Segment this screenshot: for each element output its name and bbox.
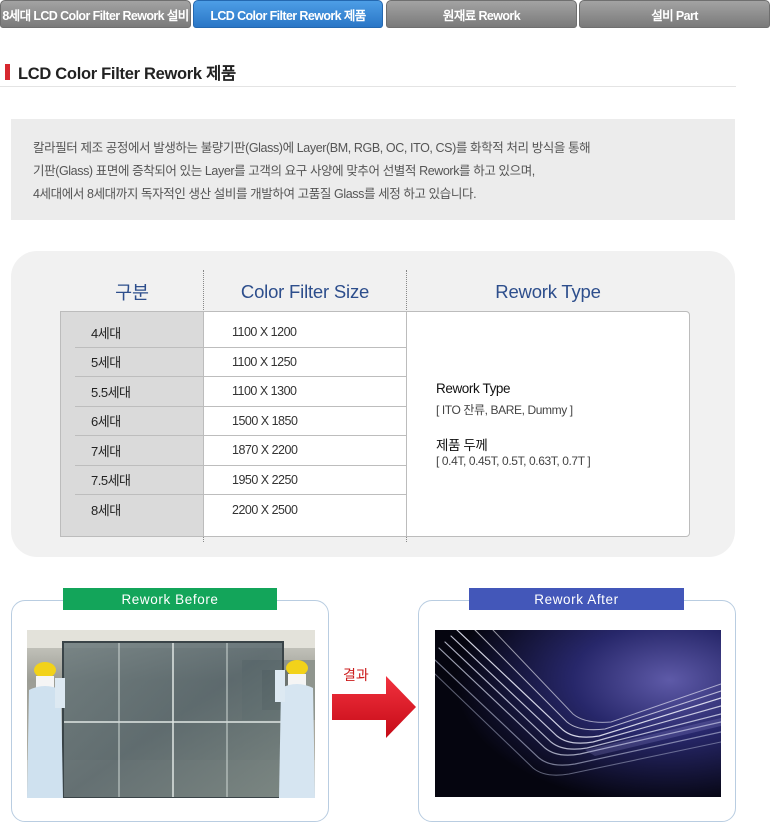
- rework-type-label: Rework Type: [436, 381, 511, 396]
- thickness-label: 제품 두께: [436, 438, 488, 453]
- description-line-3: 4세대에서 8세대까지 독자적인 생산 설비를 개발하여 고품질 Glass를 …: [33, 187, 477, 201]
- table-row-size: 1950 X 2250: [204, 466, 406, 495]
- description-box: 칼라필터 제조 공정에서 발생하는 불량기판(Glass)에 Layer(BM,…: [11, 119, 735, 220]
- tab-raw-material-rework[interactable]: 원재료 Rework: [386, 0, 577, 28]
- before-photo-illustration: [27, 630, 315, 798]
- tab-color-filter-rework-product[interactable]: LCD Color Filter Rework 제품: [193, 0, 383, 28]
- table-row-size: 2200 X 2500: [232, 502, 298, 517]
- tab-bar: 8세대 LCD Color Filter Rework 설비 LCD Color…: [0, 0, 770, 30]
- table-row-category: 6세대: [75, 407, 203, 436]
- tab-equipment-part[interactable]: 설비 Part: [579, 0, 770, 28]
- arrow-right-icon: [332, 676, 416, 738]
- rework-type-value: [ ITO 잔류, BARE, Dummy ]: [436, 403, 573, 417]
- page-title-text: LCD Color Filter Rework 제품: [18, 65, 236, 83]
- title-divider: [0, 86, 736, 87]
- title-marker: [5, 64, 10, 80]
- before-photo: [27, 630, 315, 798]
- table-row-category: 8세대: [91, 503, 121, 519]
- rework-type-column: [406, 311, 690, 537]
- table-row-category: 7.5세대: [75, 466, 203, 495]
- header-category: 구분: [115, 282, 149, 303]
- table-row-category: 5.5세대: [75, 377, 203, 407]
- header-size: Color Filter Size: [240, 281, 370, 302]
- table-row-size: 1100 X 1200: [204, 318, 406, 348]
- table-row-category: 7세대: [75, 436, 203, 466]
- description-line-1: 칼라필터 제조 공정에서 발생하는 불량기판(Glass)에 Layer(BM,…: [33, 141, 591, 155]
- tab-8th-gen-equipment[interactable]: 8세대 LCD Color Filter Rework 설비: [0, 0, 191, 28]
- table-row-size: 1870 X 2200: [204, 436, 406, 466]
- description-line-2: 기판(Glass) 표면에 증착되어 있는 Layer를 고객의 요구 사양에 …: [33, 164, 535, 178]
- page-title: LCD Color Filter Rework 제품: [5, 60, 236, 84]
- after-badge: Rework After: [469, 588, 684, 610]
- thickness-value: [ 0.4T, 0.45T, 0.5T, 0.63T, 0.7T ]: [436, 454, 591, 468]
- table-row-category: 4세대: [75, 318, 203, 348]
- after-photo: [435, 630, 721, 797]
- table-row-category: 5세대: [75, 348, 203, 377]
- table-row-size: 1100 X 1300: [204, 377, 406, 407]
- after-photo-illustration: [435, 630, 721, 797]
- before-badge: Rework Before: [63, 588, 277, 610]
- header-rework-type: Rework Type: [495, 281, 601, 302]
- table-row-size: 1500 X 1850: [204, 407, 406, 436]
- table-row-size: 1100 X 1250: [204, 348, 406, 377]
